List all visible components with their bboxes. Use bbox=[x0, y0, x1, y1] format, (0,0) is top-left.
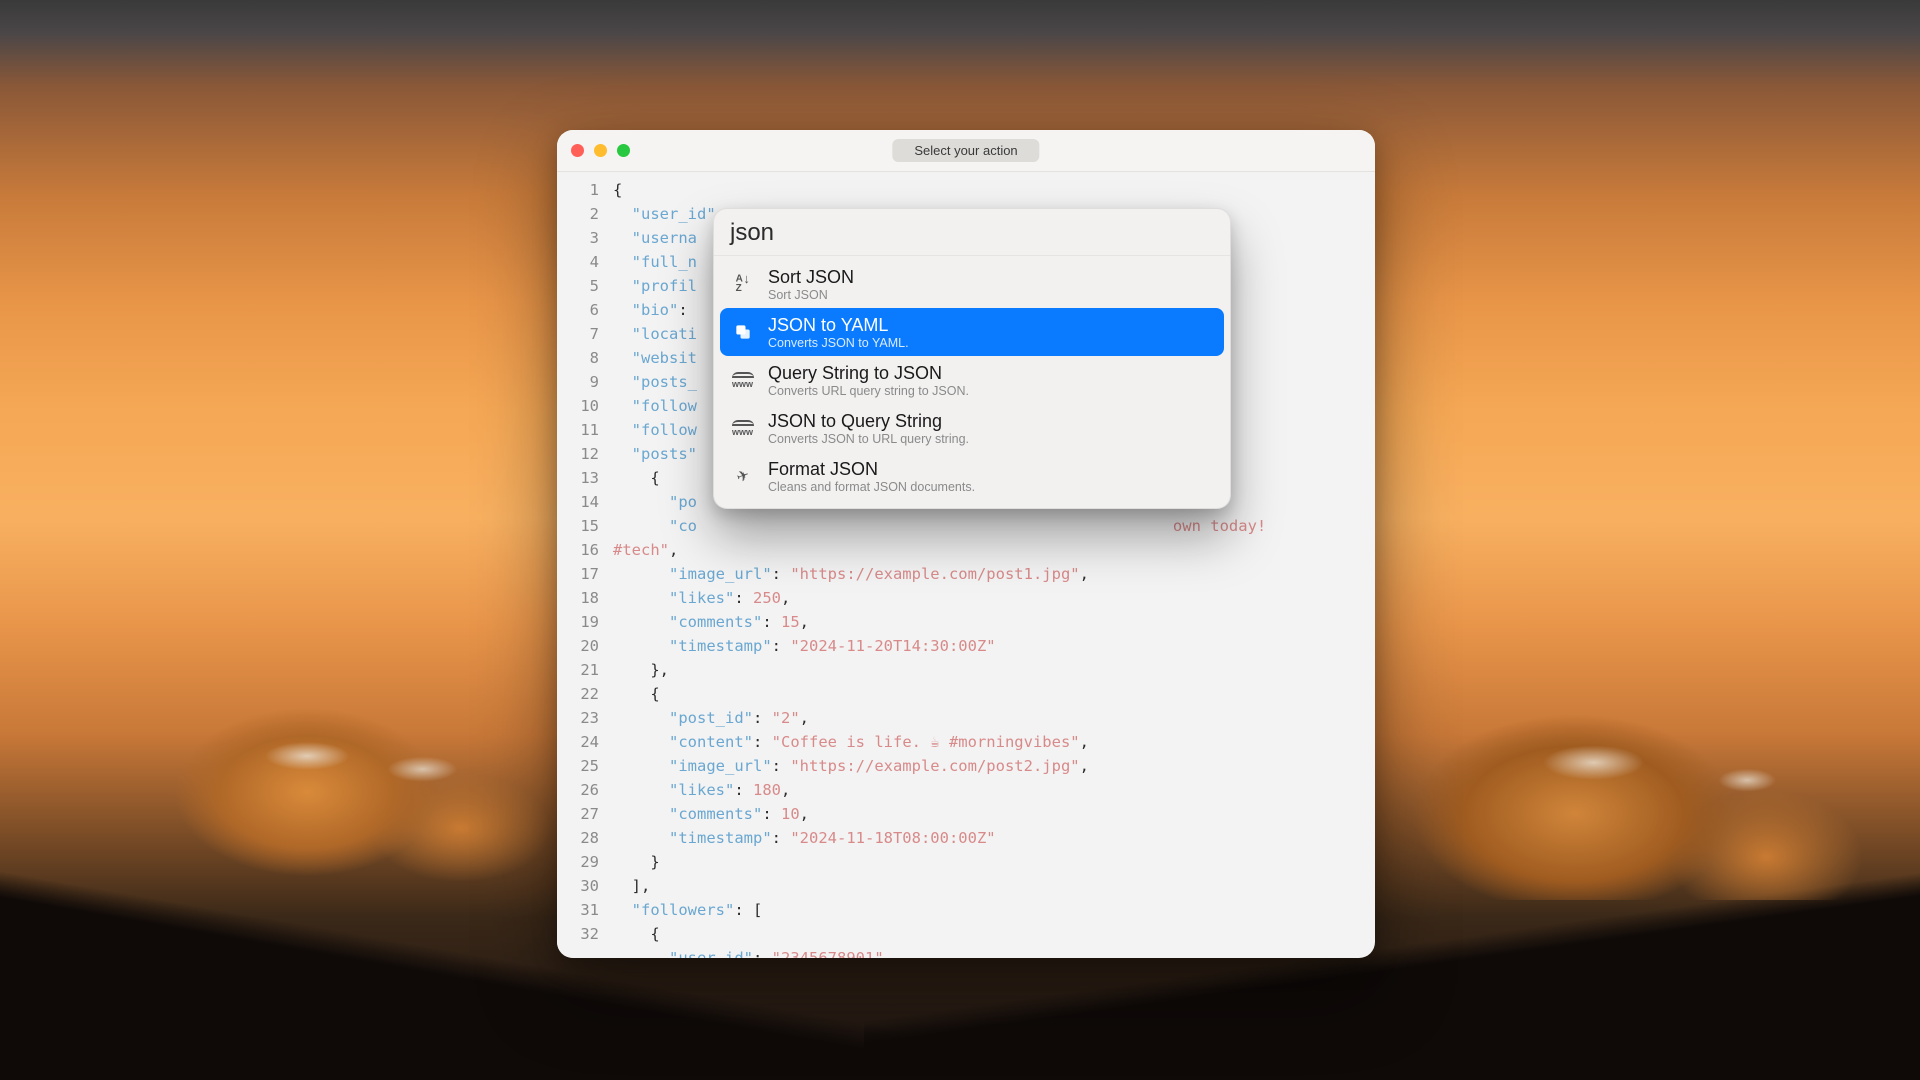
titlebar[interactable]: Select your action bbox=[557, 130, 1375, 172]
code-line[interactable]: "comments": 10, bbox=[613, 802, 1361, 826]
line-number: 11 bbox=[557, 418, 599, 442]
palette-item-json-to-yaml[interactable]: JSON to YAMLConverts JSON to YAML. bbox=[720, 308, 1224, 356]
palette-item-json-to-query-string[interactable]: www JSON to Query StringConverts JSON to … bbox=[720, 404, 1224, 452]
line-number: 19 bbox=[557, 610, 599, 634]
line-number: 7 bbox=[557, 322, 599, 346]
palette-item-subtitle: Converts URL query string to JSON. bbox=[768, 384, 969, 398]
palette-item-query-string-to-json[interactable]: www Query String to JSONConverts URL quer… bbox=[720, 356, 1224, 404]
line-number: 5 bbox=[557, 274, 599, 298]
command-palette: json A↓ZSort JSONSort JSONJSON to YAMLCo… bbox=[713, 208, 1231, 509]
code-line[interactable]: { bbox=[613, 682, 1361, 706]
www-icon: www bbox=[730, 367, 756, 393]
code-line[interactable]: "comments": 15, bbox=[613, 610, 1361, 634]
line-number: 22 bbox=[557, 682, 599, 706]
line-number: 25 bbox=[557, 754, 599, 778]
code-line[interactable]: "image_url": "https://example.com/post2.… bbox=[613, 754, 1361, 778]
palette-item-title: Sort JSON bbox=[768, 266, 854, 288]
line-number: 16 bbox=[557, 538, 599, 562]
palette-item-title: Format JSON bbox=[768, 458, 975, 480]
www-icon: www bbox=[730, 415, 756, 441]
line-number: 26 bbox=[557, 778, 599, 802]
code-line[interactable]: "followers": [ bbox=[613, 898, 1361, 922]
code-line[interactable]: #tech", bbox=[613, 538, 1361, 562]
line-number: 23 bbox=[557, 706, 599, 730]
code-line[interactable]: "image_url": "https://example.com/post1.… bbox=[613, 562, 1361, 586]
code-line[interactable]: "likes": 250, bbox=[613, 586, 1361, 610]
action-bar[interactable]: Select your action bbox=[892, 139, 1039, 162]
sort-icon: A↓Z bbox=[730, 271, 756, 297]
gutter: 1234567891011121314151617181920212223242… bbox=[557, 172, 605, 958]
line-number: 31 bbox=[557, 898, 599, 922]
palette-item-subtitle: Sort JSON bbox=[768, 288, 854, 302]
line-number: 4 bbox=[557, 250, 599, 274]
line-number: 30 bbox=[557, 874, 599, 898]
code-line[interactable]: "timestamp": "2024-11-18T08:00:00Z" bbox=[613, 826, 1361, 850]
line-number: 18 bbox=[557, 586, 599, 610]
palette-item-subtitle: Converts JSON to YAML. bbox=[768, 336, 909, 350]
code-line[interactable]: "likes": 180, bbox=[613, 778, 1361, 802]
code-line[interactable]: { bbox=[613, 922, 1361, 946]
palette-list: A↓ZSort JSONSort JSONJSON to YAMLConvert… bbox=[714, 256, 1230, 508]
palette-item-sort-json[interactable]: A↓Z Sort JSONSort JSON bbox=[720, 260, 1224, 308]
code-line[interactable]: "user_id": "2345678901" bbox=[613, 946, 1361, 958]
palette-search-input[interactable]: json bbox=[714, 209, 1230, 256]
palette-item-title: Query String to JSON bbox=[768, 362, 969, 384]
line-number: 14 bbox=[557, 490, 599, 514]
line-number: 9 bbox=[557, 370, 599, 394]
line-number: 8 bbox=[557, 346, 599, 370]
line-number: 21 bbox=[557, 658, 599, 682]
line-number: 13 bbox=[557, 466, 599, 490]
line-number: 32 bbox=[557, 922, 599, 946]
palette-item-title: JSON to Query String bbox=[768, 410, 969, 432]
code-line[interactable]: } bbox=[613, 850, 1361, 874]
palette-item-title: JSON to YAML bbox=[768, 314, 909, 336]
line-number: 27 bbox=[557, 802, 599, 826]
minimize-icon[interactable] bbox=[594, 144, 607, 157]
line-number: 28 bbox=[557, 826, 599, 850]
close-icon[interactable] bbox=[571, 144, 584, 157]
convert-icon bbox=[730, 319, 756, 345]
code-line[interactable]: "post_id": "2", bbox=[613, 706, 1361, 730]
code-line[interactable]: { bbox=[613, 178, 1361, 202]
line-number: 1 bbox=[557, 178, 599, 202]
code-line[interactable]: "timestamp": "2024-11-20T14:30:00Z" bbox=[613, 634, 1361, 658]
format-icon: ✈ bbox=[726, 459, 759, 492]
line-number: 29 bbox=[557, 850, 599, 874]
palette-item-format-json[interactable]: ✈ Format JSONCleans and format JSON docum… bbox=[720, 452, 1224, 500]
palette-item-subtitle: Cleans and format JSON documents. bbox=[768, 480, 975, 494]
line-number: 24 bbox=[557, 730, 599, 754]
code-line[interactable]: "content": "Coffee is life. ☕ #morningvi… bbox=[613, 730, 1361, 754]
code-line[interactable]: "co own today! bbox=[613, 514, 1361, 538]
line-number: 15 bbox=[557, 514, 599, 538]
line-number: 12 bbox=[557, 442, 599, 466]
line-number: 3 bbox=[557, 226, 599, 250]
line-number: 20 bbox=[557, 634, 599, 658]
traffic-lights bbox=[571, 144, 630, 157]
line-number: 10 bbox=[557, 394, 599, 418]
palette-item-subtitle: Converts JSON to URL query string. bbox=[768, 432, 969, 446]
line-number: 17 bbox=[557, 562, 599, 586]
code-line[interactable]: }, bbox=[613, 658, 1361, 682]
line-number: 6 bbox=[557, 298, 599, 322]
line-number: 2 bbox=[557, 202, 599, 226]
zoom-icon[interactable] bbox=[617, 144, 630, 157]
code-line[interactable]: ], bbox=[613, 874, 1361, 898]
